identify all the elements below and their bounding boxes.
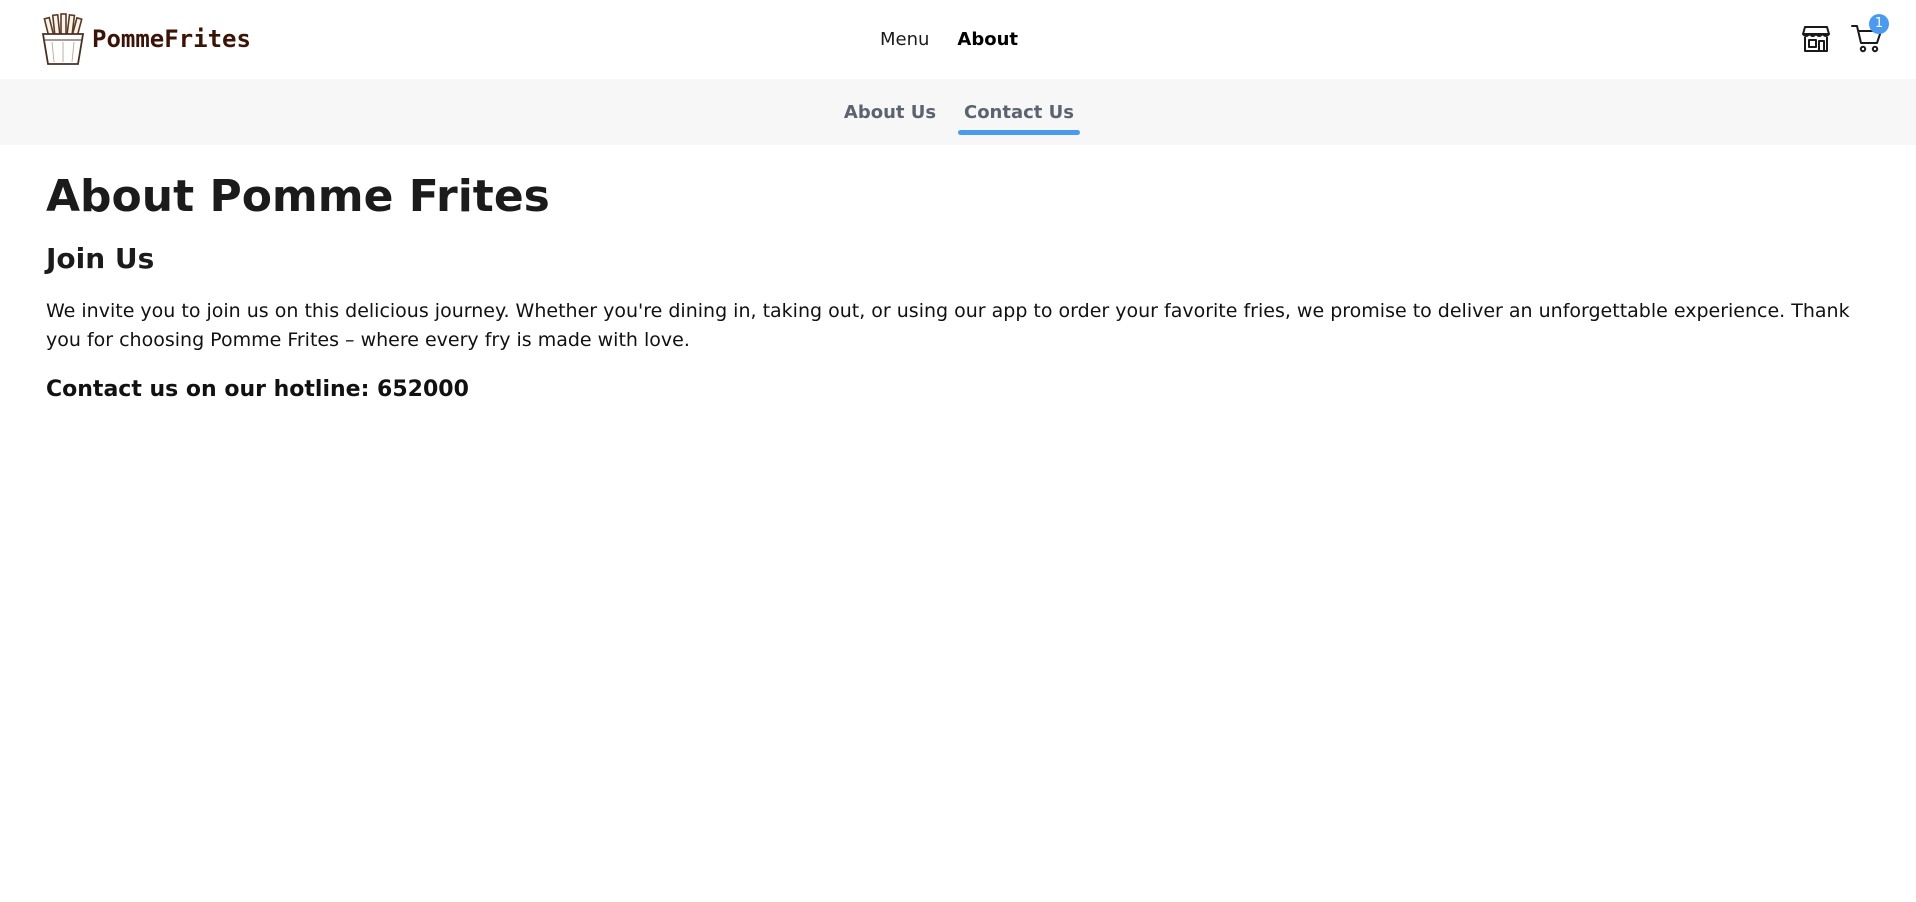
cart-count-badge: 1	[1869, 14, 1889, 34]
nav-menu-link[interactable]: Menu	[880, 29, 929, 50]
brand-home-link[interactable]: PommeFrites	[38, 12, 251, 66]
page-title: About Pomme Frites	[46, 171, 550, 222]
main-nav: Menu About	[880, 0, 1046, 79]
tab-about-us[interactable]: About Us	[840, 79, 940, 145]
section-body: We invite you to join us on this delicio…	[46, 300, 1850, 351]
fries-icon	[41, 13, 85, 65]
section-title: Join Us	[46, 242, 155, 275]
top-header: PommeFrites Menu About 1	[0, 0, 1916, 79]
active-tab-indicator	[958, 130, 1080, 135]
brand-name: PommeFrites	[92, 25, 251, 53]
nav-about-link[interactable]: About	[957, 29, 1018, 50]
about-subnav: About Us Contact Us	[0, 79, 1916, 145]
main-content: About Pomme Frites Join Us We invite you…	[46, 165, 1876, 405]
store-icon[interactable]	[1800, 22, 1832, 54]
tab-contact-us[interactable]: Contact Us	[958, 79, 1080, 145]
hotline-text: Contact us on our hotline: 652000	[46, 377, 469, 402]
